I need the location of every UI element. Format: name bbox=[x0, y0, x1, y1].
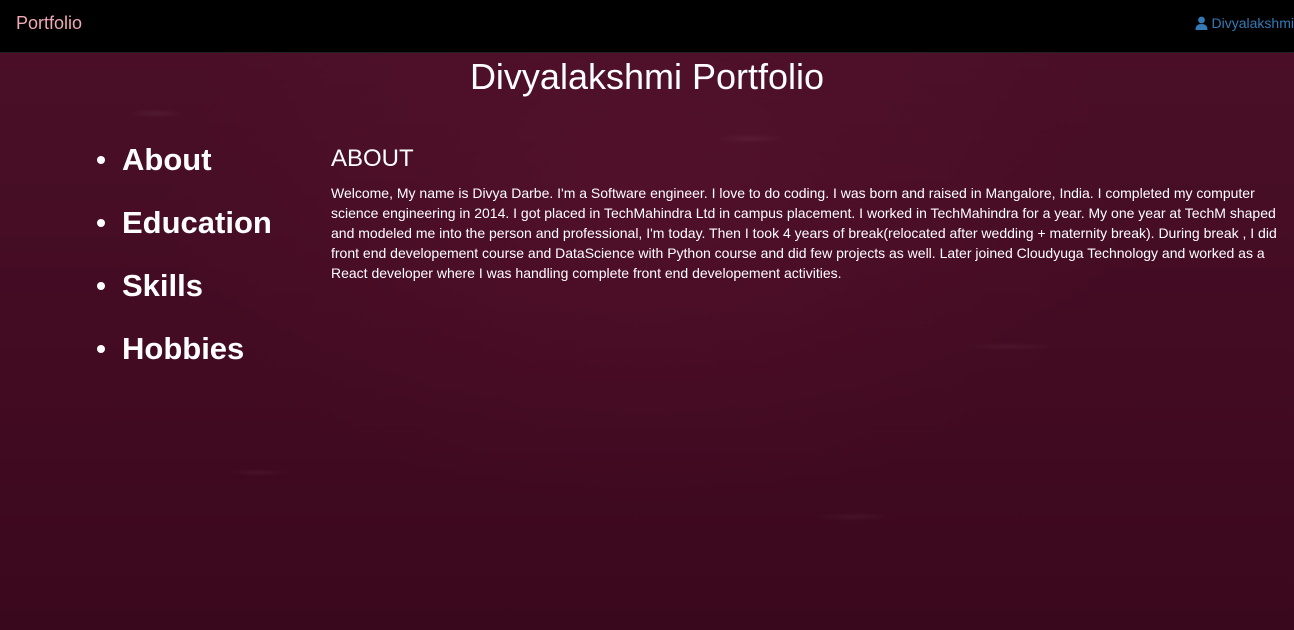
brand-link[interactable]: Portfolio bbox=[16, 13, 82, 34]
section-heading: ABOUT bbox=[331, 145, 414, 172]
top-navbar: Portfolio Divyalakshmi bbox=[0, 0, 1294, 53]
bullet-icon bbox=[97, 281, 105, 290]
sidebar-item-label[interactable]: Skills bbox=[122, 268, 203, 304]
user-profile-link[interactable]: Divyalakshmi bbox=[1195, 15, 1294, 31]
about-section: ABOUT Welcome, My name is Divya Darbe. I… bbox=[331, 145, 1286, 283]
sidebar-item-label[interactable]: Education bbox=[122, 205, 272, 241]
sidebar-nav: About Education Skills Hobbies bbox=[96, 128, 272, 380]
sidebar-item-label[interactable]: About bbox=[122, 142, 212, 178]
sidebar-item-skills[interactable]: Skills bbox=[96, 254, 272, 317]
about-text: Welcome, My name is Divya Darbe. I'm a S… bbox=[331, 185, 1277, 281]
sidebar-item-about[interactable]: About bbox=[96, 128, 272, 191]
sidebar-item-hobbies[interactable]: Hobbies bbox=[96, 317, 272, 380]
sidebar-item-label[interactable]: Hobbies bbox=[122, 331, 244, 367]
bullet-icon bbox=[97, 218, 105, 227]
sidebar-item-education[interactable]: Education bbox=[96, 191, 272, 254]
bullet-icon bbox=[97, 344, 105, 353]
bullet-icon bbox=[97, 155, 105, 164]
user-icon bbox=[1195, 16, 1208, 30]
page-title: Divyalakshmi Portfolio bbox=[469, 56, 825, 97]
user-name: Divyalakshmi bbox=[1211, 15, 1294, 31]
